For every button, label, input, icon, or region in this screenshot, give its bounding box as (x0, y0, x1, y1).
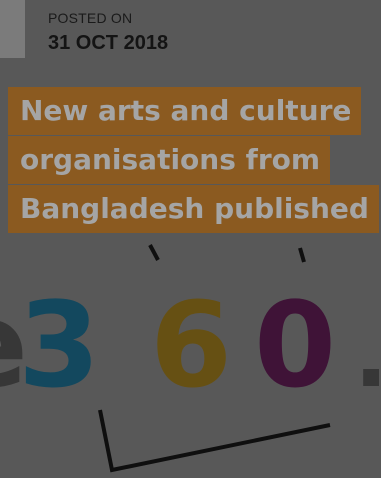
post-title-line[interactable]: New arts and culture (8, 87, 362, 135)
posted-label: POSTED ON (48, 10, 133, 26)
image-overlay (0, 0, 381, 478)
posted-date: 31 OCT 2018 (48, 32, 169, 54)
news-card[interactable]: e 3 6 0 . POSTED ON 31 OCT 2018 New arts… (0, 0, 381, 478)
date-accent-bar (0, 0, 25, 58)
post-title[interactable]: New arts and culture organisations from … (8, 87, 381, 234)
post-title-line[interactable]: Bangladesh published (8, 185, 379, 233)
post-title-line[interactable]: organisations from (8, 136, 331, 184)
